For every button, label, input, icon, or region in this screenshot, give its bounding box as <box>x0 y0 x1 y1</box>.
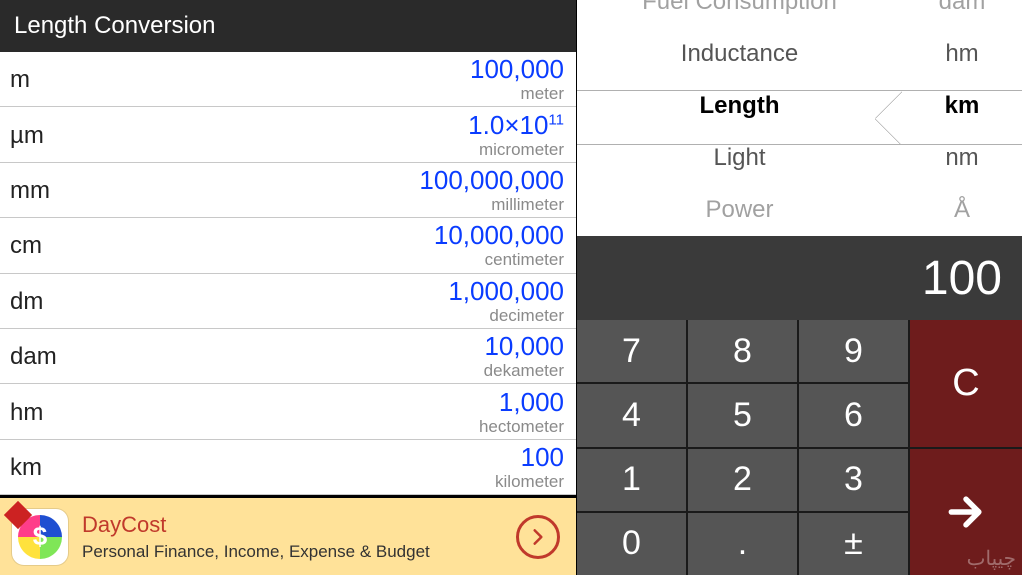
keypad: چیپاب 7894561230.±C <box>577 320 1022 575</box>
unit-item[interactable]: km <box>902 80 1022 132</box>
conversion-row[interactable]: mm 100,000,000millimeter <box>0 163 576 218</box>
unit-item[interactable]: hm <box>902 28 1022 80</box>
unit-name: millimeter <box>419 195 564 215</box>
arrow-right-icon <box>944 490 988 534</box>
unit-abbr: cm <box>10 232 42 260</box>
picker-area: Fuel ConsumptionInductanceLengthLightPow… <box>577 0 1022 236</box>
conversion-row[interactable]: dam 10,000dekameter <box>0 329 576 384</box>
unit-name: micrometer <box>468 140 564 160</box>
conversion-value: 10,000,000 <box>434 222 564 248</box>
unit-item[interactable]: nm <box>902 132 1022 184</box>
key-0[interactable]: 0 <box>577 513 686 575</box>
conversion-value-block: 10,000,000centimeter <box>434 222 564 270</box>
key-1[interactable]: 1 <box>577 449 686 511</box>
conversion-value: 10,000 <box>484 333 564 359</box>
ad-arrow-button[interactable] <box>516 515 560 559</box>
key-8[interactable]: 8 <box>688 320 797 382</box>
conversion-value: 100,000,000 <box>419 167 564 193</box>
conversion-row[interactable]: m 100,000meter <box>0 52 576 107</box>
category-item[interactable]: Light <box>577 132 902 184</box>
conversion-row[interactable]: cm 10,000,000centimeter <box>0 218 576 273</box>
category-item[interactable]: Inductance <box>577 28 902 80</box>
chevron-right-icon <box>528 527 548 547</box>
ad-subtitle: Personal Finance, Income, Expense & Budg… <box>82 542 430 562</box>
key-decimal[interactable]: . <box>688 513 797 575</box>
unit-abbr: dm <box>10 288 43 316</box>
key-3[interactable]: 3 <box>799 449 908 511</box>
unit-picker[interactable]: damhmkmnmÅ <box>902 0 1022 236</box>
key-5[interactable]: 5 <box>688 384 797 446</box>
unit-abbr: mm <box>10 177 50 205</box>
key-2[interactable]: 2 <box>688 449 797 511</box>
key-clear[interactable]: C <box>910 320 1022 447</box>
key-4[interactable]: 4 <box>577 384 686 446</box>
category-item[interactable]: Power <box>577 184 902 236</box>
conversion-row[interactable]: dm 1,000,000decimeter <box>0 274 576 329</box>
unit-name: dekameter <box>484 361 564 381</box>
conversion-value-block: 100kilometer <box>495 444 564 492</box>
conversion-value: 1,000 <box>479 389 564 415</box>
conversion-value: 1.0×1011 <box>468 112 564 138</box>
unit-abbr: µm <box>10 122 44 150</box>
key-enter[interactable] <box>910 449 1022 575</box>
unit-abbr: hm <box>10 399 43 427</box>
conversion-value: 100 <box>495 444 564 470</box>
header-title-text: Length Conversion <box>14 12 215 40</box>
conversion-value-block: 1.0×1011micrometer <box>468 112 564 160</box>
conversion-value: 1,000,000 <box>448 278 564 304</box>
unit-item[interactable]: dam <box>902 0 1022 28</box>
conversion-value-block: 100,000,000millimeter <box>419 167 564 215</box>
conversion-row[interactable]: km 100kilometer <box>0 440 576 495</box>
unit-abbr: m <box>10 66 30 94</box>
key-7[interactable]: 7 <box>577 320 686 382</box>
conversion-value-block: 1,000hectometer <box>479 389 564 437</box>
unit-name: meter <box>470 84 564 104</box>
key-9[interactable]: 9 <box>799 320 908 382</box>
numeric-display: 100 <box>577 236 1022 320</box>
unit-name: centimeter <box>434 250 564 270</box>
conversion-value-block: 1,000,000decimeter <box>448 278 564 326</box>
conversion-value-block: 100,000meter <box>470 56 564 104</box>
ad-title: DayCost <box>82 512 430 538</box>
unit-name: hectometer <box>479 417 564 437</box>
category-picker[interactable]: Fuel ConsumptionInductanceLengthLightPow… <box>577 0 902 236</box>
conversion-list: m 100,000meter µm 1.0×1011micrometer mm 100,0… <box>0 52 576 495</box>
key-6[interactable]: 6 <box>799 384 908 446</box>
conversion-value: 100,000 <box>470 56 564 82</box>
unit-name: kilometer <box>495 472 564 492</box>
page-title: Length Conversion <box>0 0 576 52</box>
ad-banner[interactable]: $ DayCost Personal Finance, Income, Expe… <box>0 495 576 575</box>
category-item[interactable]: Fuel Consumption <box>577 0 902 28</box>
unit-abbr: dam <box>10 343 57 371</box>
conversion-value-block: 10,000dekameter <box>484 333 564 381</box>
conversion-row[interactable]: µm 1.0×1011micrometer <box>0 107 576 162</box>
display-value: 100 <box>922 251 1002 306</box>
key-plusminus[interactable]: ± <box>799 513 908 575</box>
conversion-row[interactable]: hm 1,000hectometer <box>0 384 576 439</box>
ad-text: DayCost Personal Finance, Income, Expens… <box>82 512 430 562</box>
unit-name: decimeter <box>448 306 564 326</box>
unit-item[interactable]: Å <box>902 184 1022 236</box>
unit-abbr: km <box>10 454 42 482</box>
ad-app-icon: $ <box>12 509 68 565</box>
category-item[interactable]: Length <box>577 80 902 132</box>
